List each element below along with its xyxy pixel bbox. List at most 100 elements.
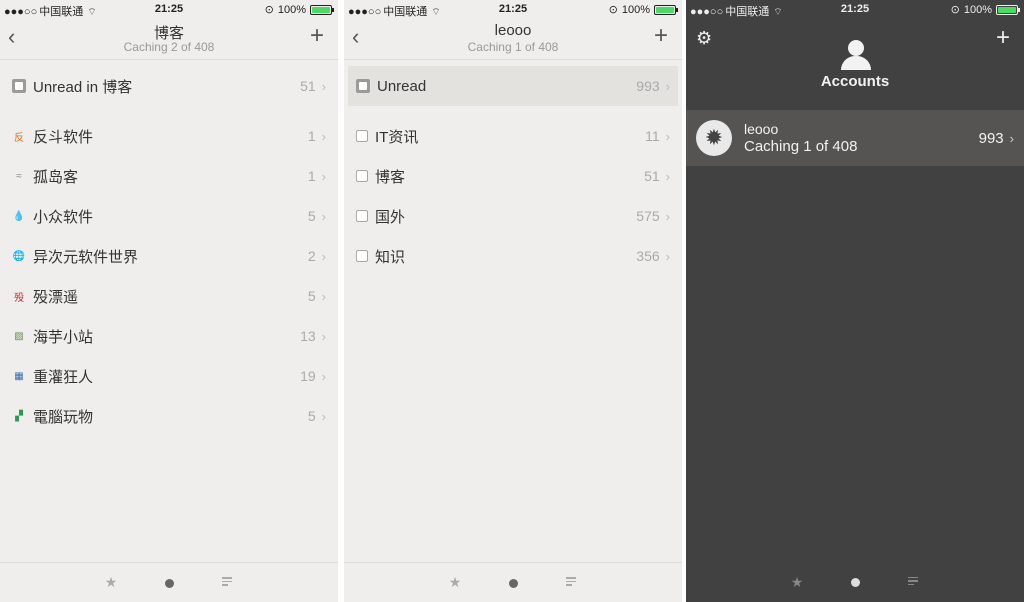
chevron-right-icon: › (321, 128, 326, 144)
lines-icon (566, 575, 576, 588)
accounts-header: ⚙ + Accounts (686, 18, 1024, 106)
feed-label: 殁漂遥 (33, 288, 79, 306)
folder-icon (356, 250, 368, 262)
feed-label: 電腦玩物 (33, 408, 94, 426)
chevron-right-icon: › (321, 248, 326, 264)
folder-row[interactable]: 知识 356 › (348, 236, 678, 276)
lines-icon (222, 575, 232, 588)
feed-row[interactable]: Unread in 博客 51 › (4, 66, 334, 106)
all-items-tab[interactable] (884, 574, 942, 590)
chevron-right-icon: › (665, 208, 670, 224)
chong-favicon-icon: ▦ (14, 370, 24, 382)
feed-row[interactable]: 💧 小众软件 5 › (4, 196, 334, 236)
unread-count: 5 (307, 208, 316, 224)
unread-count: 575 (636, 208, 660, 224)
chevron-right-icon: › (321, 328, 326, 344)
unread-tab[interactable] (484, 575, 542, 591)
starred-tab[interactable]: ★ (82, 574, 140, 591)
battery-icon (310, 4, 334, 15)
folder-row[interactable]: 博客 51 › (348, 156, 678, 196)
status-bar: ●●●○○ 中国联通 ⌔ 21:25 ⊙ 100% (344, 0, 682, 18)
navigation-bar: ‹ 博客 Caching 2 of 408 + (0, 18, 338, 60)
chevron-right-icon: › (321, 288, 326, 304)
folder-icon (356, 130, 368, 142)
all-items-tab[interactable] (542, 575, 600, 591)
caching-status: Caching 2 of 408 (123, 40, 215, 54)
caching-status: Caching 1 of 408 (467, 40, 559, 54)
chevron-right-icon: › (665, 248, 670, 264)
drop-favicon-icon: 💧 (12, 210, 26, 222)
feed-row[interactable]: 反反斗软件 1 › (4, 116, 334, 156)
unread-count: 993 (636, 78, 660, 94)
folder-row[interactable]: 国外 575 › (348, 196, 678, 236)
add-feed-button[interactable]: + (306, 22, 328, 50)
unread-count: 5 (307, 408, 316, 424)
feed-label: Unread in 博客 (33, 78, 133, 96)
star-icon: ★ (104, 574, 118, 590)
globe-favicon-icon: 🌐 (12, 250, 26, 262)
star-icon: ★ (448, 574, 462, 590)
page-title: leooo (494, 22, 532, 39)
unread-count: 19 (300, 368, 316, 384)
feed-row[interactable]: ▞ 電腦玩物 5 › (4, 396, 334, 436)
folder-row[interactable]: IT资讯 11 › (348, 116, 678, 156)
unread-count: 11 (645, 128, 660, 144)
all-items-tab[interactable] (198, 575, 256, 591)
dot-icon (850, 578, 860, 587)
account-service-icon (696, 120, 732, 156)
feed-row[interactable]: 🌐 异次元软件世界 2 › (4, 236, 334, 276)
orientation-lock-icon: ⊙ (608, 4, 618, 16)
gear-icon[interactable]: ⚙ (696, 28, 716, 48)
unread-square-icon (356, 79, 370, 93)
navigation-bar: ‹ leooo Caching 1 of 408 + (344, 18, 682, 60)
chevron-right-icon: › (321, 78, 326, 94)
folder-label: 国外 (375, 208, 406, 226)
folder-label: Unread (377, 77, 427, 95)
add-feed-button[interactable]: + (650, 22, 672, 50)
dot-icon (164, 578, 174, 588)
chevron-right-icon: › (1009, 130, 1014, 146)
filter-tab-bar: ★ (344, 562, 682, 602)
fandou-favicon-icon: 反 (14, 132, 24, 144)
status-bar: ●●●○○ 中国联通 ⌔ 21:25 ⊙ 100% (686, 0, 1024, 18)
feed-row[interactable]: ≈ 孤岛客 1 › (4, 156, 334, 196)
starred-tab[interactable]: ★ (768, 574, 826, 591)
filter-tab-bar: ★ (0, 562, 338, 602)
unread-count: 356 (636, 248, 660, 264)
feed-label: 异次元软件世界 (33, 248, 139, 266)
feed-row[interactable]: ▦ 重灌狂人 19 › (4, 356, 334, 396)
star-icon: ★ (790, 573, 804, 590)
accounts-screen: ●●●○○中国联通⌔ 21:25 ⊙100% ⚙ + Accounts leoo… (686, 0, 1024, 602)
feed-row[interactable]: ▨ 海芋小站 13 › (4, 316, 334, 356)
account-unread-count: 993 (978, 129, 1004, 147)
unread-count: 1 (307, 128, 316, 144)
rss-feed-icon: ≈ (16, 170, 22, 182)
orientation-lock-icon: ⊙ (950, 4, 960, 16)
feed-label: 小众软件 (33, 208, 94, 226)
chevron-right-icon: › (665, 168, 670, 184)
unread-count: 13 (300, 328, 316, 344)
feed-row[interactable]: 殁殁漂遥 5 › (4, 276, 334, 316)
starred-tab[interactable]: ★ (426, 574, 484, 591)
dot-icon (508, 578, 518, 588)
feed-label: 孤岛客 (33, 168, 79, 186)
unread-tab[interactable] (140, 575, 198, 591)
add-account-button[interactable]: + (992, 24, 1014, 52)
account-folders-screen: ●●●○○ 中国联通 ⌔ 21:25 ⊙ 100% ‹ leooo Caching 1… (344, 0, 682, 602)
page-title: Accounts (820, 73, 890, 90)
mopiaoyao-favicon-icon: 殁 (14, 292, 24, 304)
unread-count: 2 (307, 248, 316, 264)
chevron-right-icon: › (665, 78, 670, 94)
feed-label: 反斗软件 (33, 128, 94, 146)
battery-percent: 100% (277, 3, 306, 16)
unread-row[interactable]: Unread 993 › (348, 66, 678, 106)
unread-square-icon (12, 79, 26, 93)
unread-count: 1 (307, 168, 316, 184)
unread-tab[interactable] (826, 574, 884, 590)
chevron-right-icon: › (665, 128, 670, 144)
account-row[interactable]: leooo Caching 1 of 408 993 › (686, 110, 1024, 166)
folder-icon (356, 210, 368, 222)
status-bar: ●●●○○ 中国联通 ⌔ 21:25 ⊙ 100% (0, 0, 338, 18)
chevron-right-icon: › (321, 408, 326, 424)
orientation-lock-icon: ⊙ (264, 4, 274, 16)
